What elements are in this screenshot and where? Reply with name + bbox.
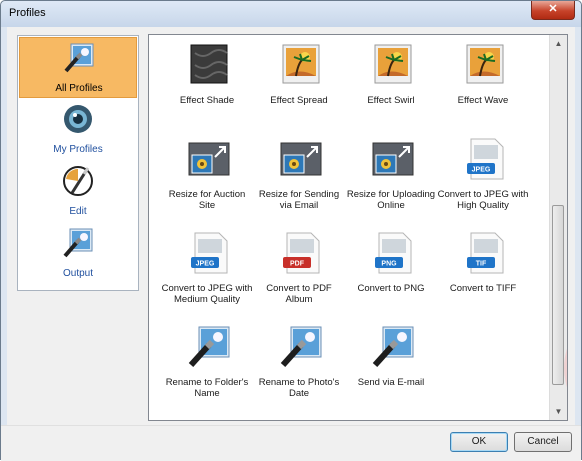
profile-tile[interactable]: Effect Shade	[161, 39, 253, 129]
profile-label: Rename to Photo's Date	[258, 377, 340, 399]
swirl-watermark-icon	[564, 348, 567, 388]
profile-tile[interactable]: Effect Spread	[253, 39, 345, 129]
png-doc-icon: PNG	[375, 232, 412, 274]
output-wand-icon	[63, 228, 93, 258]
profile-tile[interactable]: PNG Convert to PNG	[345, 227, 437, 317]
profiles-dialog: Profiles ✕ All Profiles My Profiles Edit…	[0, 0, 582, 461]
sidebar-item-all-profiles[interactable]: All Profiles	[19, 37, 137, 98]
profile-tile[interactable]: Rename to Folder's Name	[161, 321, 253, 411]
profiles-grid: Effect Shade Effect Spread Effect Swirl Eff…	[149, 35, 549, 420]
jpeg-doc-icon: JPEG	[467, 138, 504, 180]
sidebar-item-my-profiles[interactable]: My Profiles	[19, 99, 137, 160]
window-title: Profiles	[9, 7, 46, 19]
resize-icon	[280, 142, 322, 176]
profile-tile[interactable]: Resize for Uploading Online	[345, 133, 437, 223]
cancel-button[interactable]: Cancel	[514, 432, 572, 452]
profile-label: Convert to JPEG with High Quality	[437, 189, 529, 211]
profile-tile[interactable]: JPEG Convert to JPEG with Medium Quality	[161, 227, 253, 317]
rename-wand-icon	[280, 326, 322, 368]
profile-label: Rename to Folder's Name	[165, 377, 249, 399]
profiles-list: Effect Shade Effect Spread Effect Swirl Eff…	[148, 34, 568, 421]
ok-button[interactable]: OK	[450, 432, 508, 452]
sidebar-item-label: My Profiles	[53, 144, 103, 155]
profile-tile[interactable]: JPEG Convert to JPEG with High Quality	[437, 133, 529, 223]
wand-photo-icon	[64, 43, 94, 73]
profile-tile[interactable]: Effect Swirl	[345, 39, 437, 129]
profile-label: Effect Swirl	[367, 95, 415, 106]
eye-icon	[64, 105, 92, 133]
profile-label: Effect Shade	[179, 95, 235, 106]
profile-tile[interactable]: Effect Wave	[437, 39, 529, 129]
palm-photo-icon	[282, 44, 320, 84]
profile-label: Convert to PDF Album	[266, 283, 332, 305]
profile-tile[interactable]: Resize for Sending via Email	[253, 133, 345, 223]
profile-label: Effect Wave	[457, 95, 509, 106]
profile-tile[interactable]: Send via E-mail	[345, 321, 437, 411]
edit-paintbrush-icon	[63, 166, 93, 196]
profile-label: Resize for Sending via Email	[258, 189, 340, 211]
sidebar-item-output[interactable]: Output	[19, 223, 137, 284]
scroll-up-button[interactable]: ▲	[550, 35, 567, 52]
profile-label: Convert to PNG	[357, 283, 425, 294]
dialog-footer: OK Cancel	[1, 425, 581, 461]
profile-tile[interactable]: PDF Convert to PDF Album	[253, 227, 345, 317]
jpeg-doc-icon: JPEG	[191, 232, 228, 274]
title-bar: Profiles ✕	[1, 1, 581, 27]
dialog-body: All Profiles My Profiles Edit Output Eff…	[7, 27, 575, 425]
rename-wand-icon	[372, 326, 414, 368]
svg-text:TIF: TIF	[476, 261, 487, 268]
profile-label: Resize for Uploading Online	[346, 189, 436, 211]
svg-text:JPEG: JPEG	[472, 167, 491, 174]
profile-label: Convert to JPEG with Medium Quality	[161, 283, 253, 305]
pdf-doc-icon: PDF	[283, 232, 320, 274]
sidebar-item-label: Output	[62, 268, 94, 279]
close-button[interactable]: ✕	[531, 1, 575, 20]
svg-text:PNG: PNG	[381, 261, 397, 268]
sidebar-item-edit[interactable]: Edit	[19, 161, 137, 222]
profile-label: Convert to TIFF	[449, 283, 517, 294]
profile-label: Resize for Auction Site	[168, 189, 246, 211]
profile-tile[interactable]: Resize for Auction Site	[161, 133, 253, 223]
profile-tile[interactable]: TIF Convert to TIFF	[437, 227, 529, 317]
profile-tile[interactable]: Rename to Photo's Date	[253, 321, 345, 411]
sidebar-item-label: Edit	[69, 206, 87, 217]
resize-icon	[188, 142, 230, 176]
tif-doc-icon: TIF	[467, 232, 504, 274]
texture-icon	[190, 44, 228, 84]
palm-photo-icon	[374, 44, 412, 84]
resize-icon	[372, 142, 414, 176]
palm-photo-icon	[466, 44, 504, 84]
profile-label: Send via E-mail	[357, 377, 425, 388]
svg-text:PDF: PDF	[290, 261, 305, 268]
rename-wand-icon	[188, 326, 230, 368]
svg-text:JPEG: JPEG	[196, 261, 215, 268]
sidebar-item-label: All Profiles	[55, 83, 103, 94]
profile-label: Effect Spread	[270, 95, 328, 106]
category-sidebar: All Profiles My Profiles Edit Output	[17, 35, 139, 291]
